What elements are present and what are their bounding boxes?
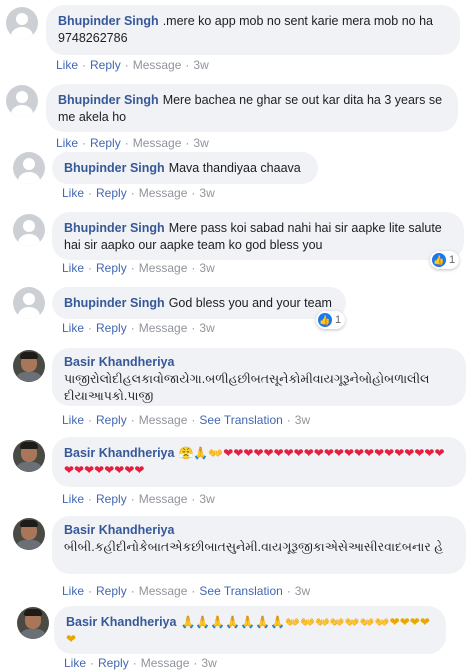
commenter-name[interactable]: Basir Khandheriya <box>64 354 450 371</box>
timestamp[interactable]: 3w <box>199 186 214 200</box>
reaction-count-value: 1 <box>335 314 342 326</box>
comment-bubble: Bhupinder Singh .mere ko app mob no sent … <box>46 5 460 55</box>
like-button[interactable]: Like <box>56 136 78 150</box>
avatar[interactable] <box>13 350 45 382</box>
message-button[interactable]: Message <box>133 136 182 150</box>
timestamp[interactable]: 3w <box>199 261 214 275</box>
message-button[interactable]: Message <box>139 321 188 335</box>
reply-button[interactable]: Reply <box>96 186 127 200</box>
commenter-name[interactable]: Bhupinder Singh <box>58 14 159 28</box>
comment-actions: Like · Reply · Message · 3w <box>56 58 209 72</box>
like-button[interactable]: Like <box>62 321 84 335</box>
comment-bubble: Basir Khandheriya પાજીરોલોદીહલકાવોજાયેગા… <box>52 348 466 406</box>
commenter-name[interactable]: Bhupinder Singh <box>64 161 165 175</box>
comment-text: બીબી.કહીદીનોકેબાતએકછીબાતસુનેમી.વાયગૂરૂજી… <box>64 540 444 554</box>
commenter-name[interactable]: Bhupinder Singh <box>64 221 165 235</box>
timestamp[interactable]: 3w <box>193 58 208 72</box>
comment-text: Mava thandiyaa chaava <box>168 161 301 175</box>
reply-button[interactable]: Reply <box>90 136 121 150</box>
avatar[interactable] <box>6 85 38 117</box>
timestamp[interactable]: 3w <box>201 656 216 670</box>
avatar[interactable] <box>13 287 45 319</box>
reply-button[interactable]: Reply <box>96 413 127 427</box>
comment-bubble: Basir Khandheriya 🙏🙏🙏🙏🙏🙏🙏👐👐👐👐👐👐👐❤❤❤❤❤ <box>54 606 446 654</box>
message-button[interactable]: Message <box>139 413 188 427</box>
comment-actions: Like · Reply · Message · 3w <box>64 656 217 670</box>
comment-actions: Like · Reply · Message · 3w <box>56 136 209 150</box>
like-button[interactable]: Like <box>62 261 84 275</box>
timestamp[interactable]: 3w <box>295 584 310 598</box>
timestamp[interactable]: 3w <box>199 492 214 506</box>
like-button[interactable]: Like <box>62 413 84 427</box>
message-button[interactable]: Message <box>139 261 188 275</box>
like-button[interactable]: Like <box>62 186 84 200</box>
reply-button[interactable]: Reply <box>90 58 121 72</box>
comment-actions: Like · Reply · Message · 3w <box>62 492 215 506</box>
comment-text: પાજીરોલોદીહલકાવોજાયેગા.બળીહછીબતસૂનેકોમીવ… <box>64 372 433 403</box>
commenter-name[interactable]: Basir Khandheriya <box>64 522 450 539</box>
timestamp[interactable]: 3w <box>193 136 208 150</box>
comment-bubble: Bhupinder Singh God bless you and your te… <box>52 287 346 319</box>
avatar[interactable] <box>13 214 45 246</box>
reply-button[interactable]: Reply <box>96 261 127 275</box>
comment-actions: Like · Reply · Message · See Translation · 3w <box>62 413 311 427</box>
avatar[interactable] <box>13 518 45 550</box>
comment-actions: Like · Reply · Message · 3w <box>62 321 215 335</box>
message-button[interactable]: Message <box>139 186 188 200</box>
like-button[interactable]: Like <box>56 58 78 72</box>
comment-bubble: Bhupinder Singh Mere pass koi sabad nahi … <box>52 212 464 260</box>
comment-bubble: Bhupinder Singh Mava thandiyaa chaava <box>52 152 318 184</box>
like-button[interactable]: Like <box>62 492 84 506</box>
comment-bubble: Bhupinder Singh Mere bachea ne ghar se ou… <box>46 84 458 132</box>
like-button[interactable]: Like <box>64 656 86 670</box>
comment-bubble: Basir Khandheriya 😤🙏👐❤❤❤❤❤❤❤❤❤❤❤❤❤❤❤❤❤❤❤❤… <box>52 437 466 487</box>
reply-button[interactable]: Reply <box>96 584 127 598</box>
reply-button[interactable]: Reply <box>96 492 127 506</box>
comment-bubble: Basir Khandheriya બીબી.કહીદીનોકેબાતએકછીબ… <box>52 516 466 574</box>
like-button[interactable]: Like <box>62 584 84 598</box>
message-button[interactable]: Message <box>133 58 182 72</box>
avatar[interactable] <box>13 152 45 184</box>
message-button[interactable]: Message <box>139 584 188 598</box>
see-translation-link[interactable]: See Translation <box>199 413 282 427</box>
timestamp[interactable]: 3w <box>199 321 214 335</box>
comment-actions: Like · Reply · Message · See Translation · 3w <box>62 584 311 598</box>
comment-actions: Like · Reply · Message · 3w <box>62 186 215 200</box>
reply-button[interactable]: Reply <box>96 321 127 335</box>
timestamp[interactable]: 3w <box>295 413 310 427</box>
like-icon: 👍 <box>432 253 446 267</box>
reaction-count[interactable]: 👍 1 <box>316 311 346 329</box>
reaction-count-value: 1 <box>449 254 456 266</box>
avatar[interactable] <box>13 440 45 472</box>
message-button[interactable]: Message <box>141 656 190 670</box>
comment-actions: Like · Reply · Message · 3w <box>62 261 215 275</box>
reply-button[interactable]: Reply <box>98 656 129 670</box>
avatar[interactable] <box>6 7 38 39</box>
commenter-name[interactable]: Bhupinder Singh <box>58 93 159 107</box>
commenter-name[interactable]: Basir Khandheriya <box>66 615 176 629</box>
commenter-name[interactable]: Basir Khandheriya <box>64 446 174 460</box>
comment-text: God bless you and your team <box>168 296 332 310</box>
reaction-count[interactable]: 👍 1 <box>430 251 460 269</box>
like-icon: 👍 <box>318 313 332 327</box>
see-translation-link[interactable]: See Translation <box>199 584 282 598</box>
message-button[interactable]: Message <box>139 492 188 506</box>
avatar[interactable] <box>17 607 49 639</box>
commenter-name[interactable]: Bhupinder Singh <box>64 296 165 310</box>
